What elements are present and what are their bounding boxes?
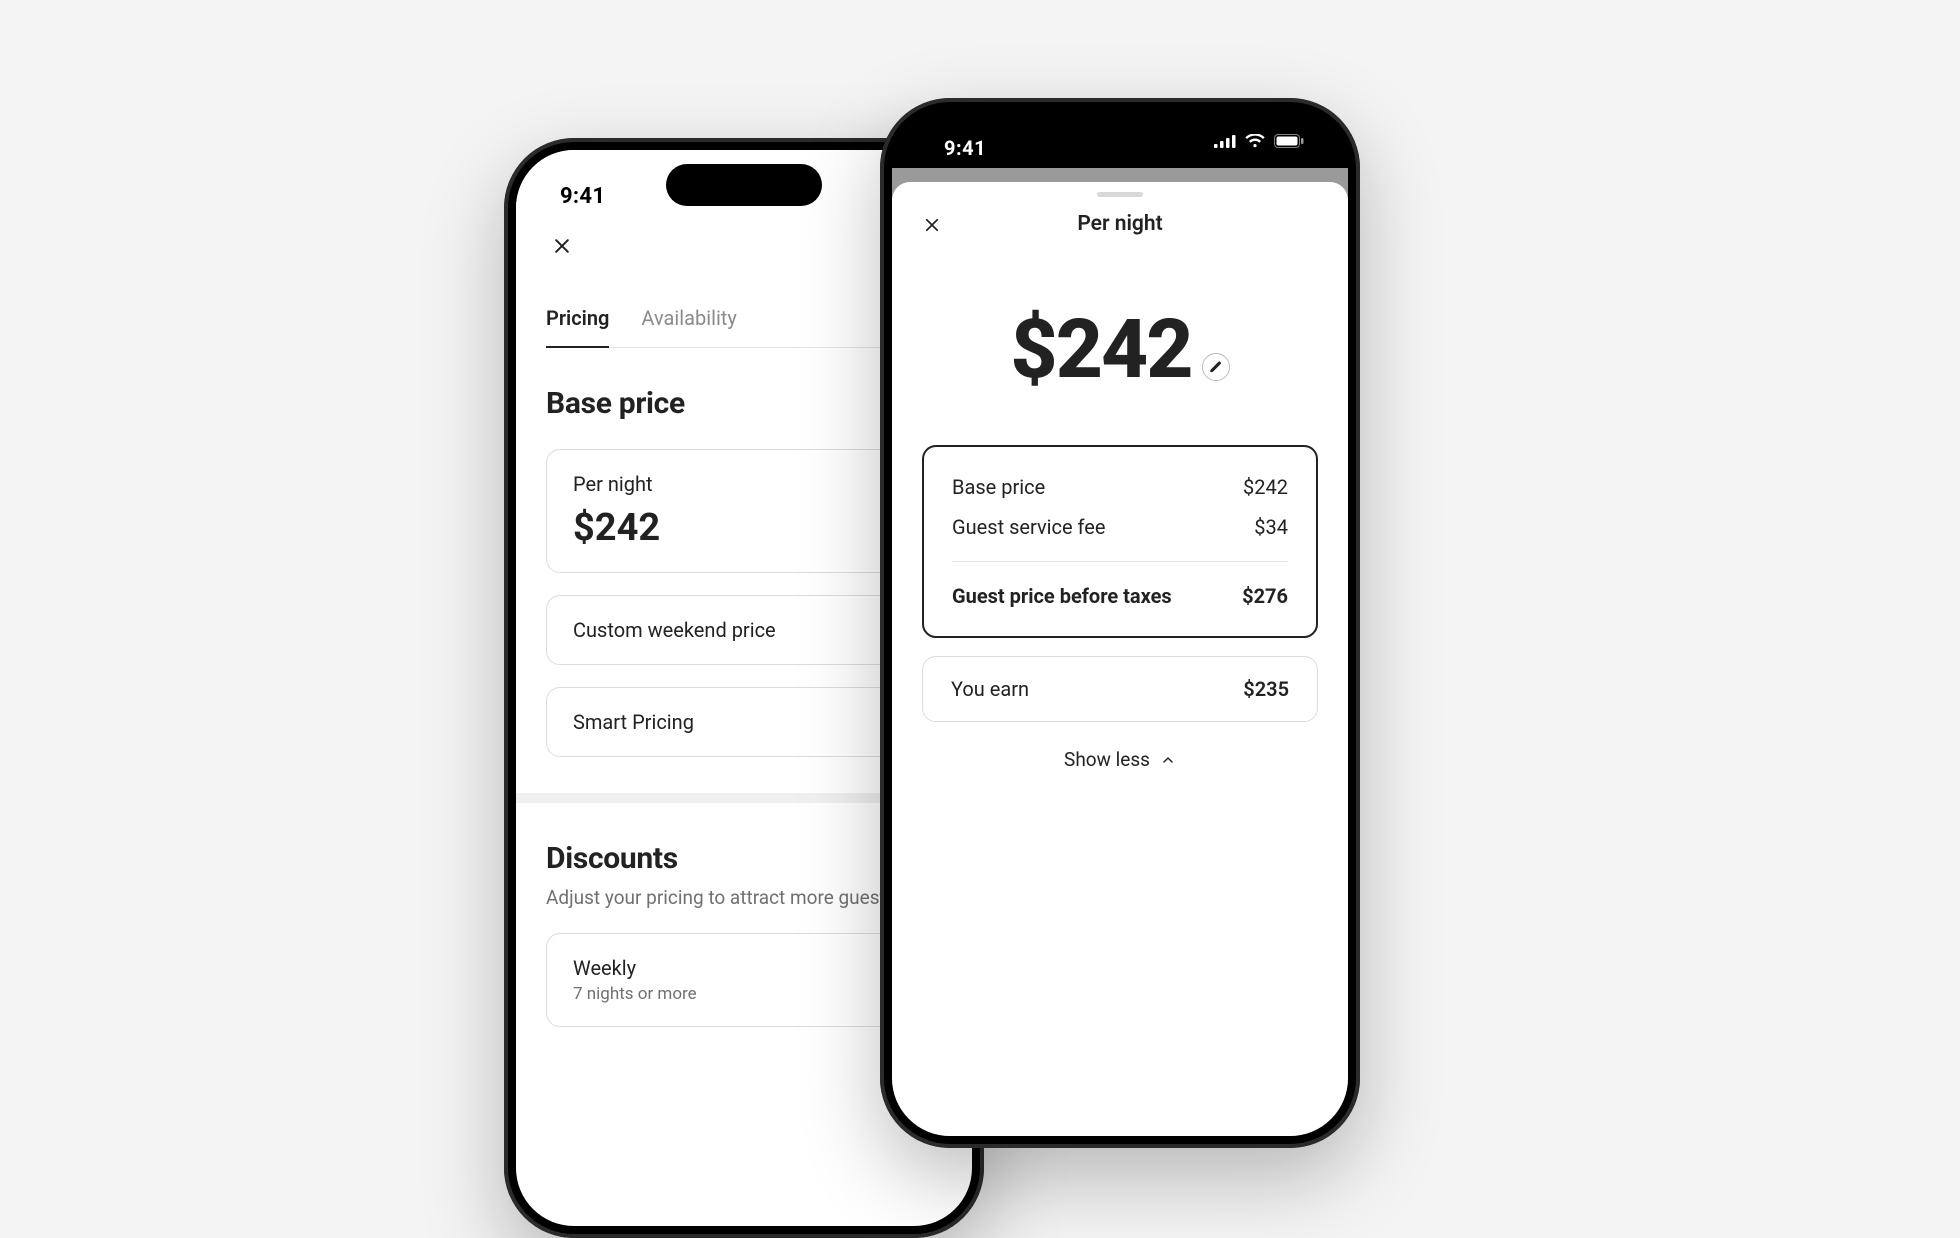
- close-button[interactable]: [546, 230, 578, 262]
- wifi-icon: [1245, 134, 1265, 148]
- weekly-label: Weekly: [573, 956, 915, 980]
- per-night-sheet: Per night $242 Base price $242 Guest ser…: [892, 182, 1348, 1136]
- edit-price-button[interactable]: [1202, 353, 1230, 381]
- smart-pricing-label: Smart Pricing: [573, 710, 915, 734]
- tab-pricing[interactable]: Pricing: [546, 306, 609, 348]
- notch: [1020, 110, 1220, 146]
- breakdown-row-base: Base price $242: [952, 469, 1288, 505]
- weekly-sublabel: 7 nights or more: [573, 984, 915, 1004]
- breakdown-fee-label: Guest service fee: [952, 515, 1105, 539]
- status-indicators: [1214, 134, 1304, 148]
- price-breakdown-card: Base price $242 Guest service fee $34 Gu…: [922, 445, 1318, 638]
- custom-weekend-label: Custom weekend price: [573, 618, 915, 642]
- breakdown-base-value: $242: [1243, 475, 1288, 499]
- phone-per-night-screen: 9:41 Per night: [892, 110, 1348, 1136]
- breakdown-divider: [952, 561, 1288, 562]
- pencil-icon: [1209, 360, 1223, 374]
- chevron-up-icon: [1160, 752, 1176, 768]
- battery-icon: [1274, 134, 1304, 148]
- breakdown-row-total: Guest price before taxes $276: [952, 578, 1288, 614]
- breakdown-total-label: Guest price before taxes: [952, 584, 1172, 608]
- breakdown-total-value: $276: [1242, 584, 1288, 608]
- close-icon: [923, 216, 941, 234]
- per-night-label: Per night: [573, 472, 915, 496]
- tab-availability[interactable]: Availability: [641, 306, 736, 347]
- hero-price: $242: [892, 309, 1348, 391]
- breakdown-fee-value: $34: [1254, 515, 1288, 539]
- breakdown-row-fee: Guest service fee $34: [952, 509, 1288, 545]
- you-earn-card: You earn $235: [922, 656, 1318, 722]
- you-earn-label: You earn: [951, 677, 1029, 701]
- show-less-label: Show less: [1064, 748, 1150, 771]
- close-icon: [552, 236, 572, 256]
- close-button[interactable]: [918, 211, 946, 239]
- status-time: 9:41: [560, 184, 605, 209]
- show-less-button[interactable]: Show less: [892, 748, 1348, 771]
- breakdown-base-label: Base price: [952, 475, 1045, 499]
- cellular-icon: [1214, 134, 1236, 148]
- sheet-title: Per night: [1077, 212, 1162, 236]
- per-night-amount: $242: [573, 506, 915, 550]
- you-earn-value: $235: [1243, 677, 1289, 701]
- phone-per-night-detail: 9:41 Per night: [880, 98, 1360, 1148]
- status-time: 9:41: [944, 136, 986, 160]
- dynamic-island: [666, 164, 822, 206]
- hero-price-amount: $242: [1010, 309, 1191, 391]
